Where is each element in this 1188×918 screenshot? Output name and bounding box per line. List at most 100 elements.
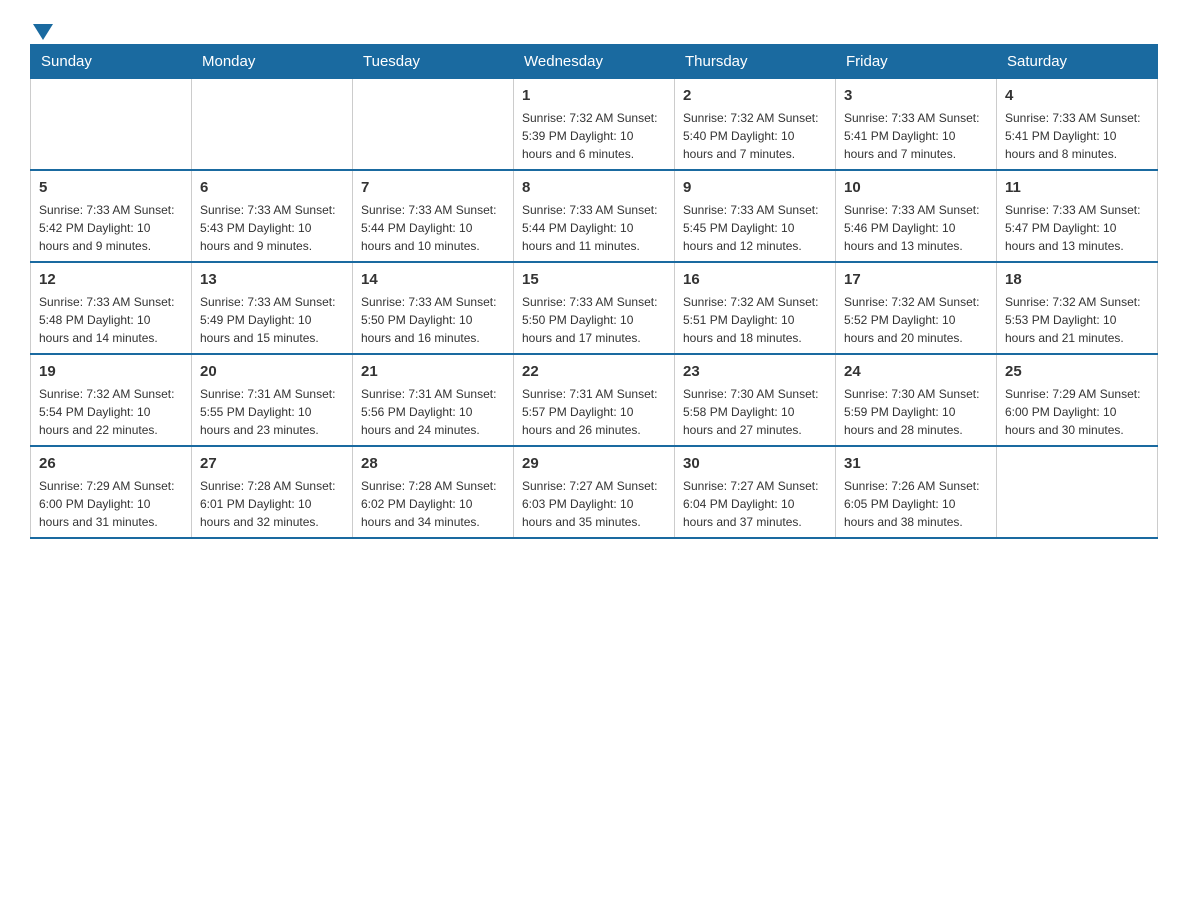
calendar-table: SundayMondayTuesdayWednesdayThursdayFrid… — [30, 44, 1158, 539]
calendar-cell — [353, 79, 514, 171]
day-info: Sunrise: 7:33 AM Sunset: 5:46 PM Dayligh… — [844, 201, 988, 255]
calendar-cell: 24 Sunrise: 7:30 AM Sunset: 5:59 PM Dayli… — [836, 354, 997, 446]
header-sunday: Sunday — [31, 45, 192, 79]
calendar-cell: 29 Sunrise: 7:27 AM Sunset: 6:03 PM Dayli… — [514, 446, 675, 538]
page-header — [30, 20, 1158, 34]
logo-arrow-icon — [33, 24, 53, 40]
calendar-cell: 14 Sunrise: 7:33 AM Sunset: 5:50 PM Dayli… — [353, 262, 514, 354]
day-number: 18 — [1005, 269, 1149, 290]
day-info: Sunrise: 7:32 AM Sunset: 5:39 PM Dayligh… — [522, 109, 666, 163]
day-info: Sunrise: 7:33 AM Sunset: 5:47 PM Dayligh… — [1005, 201, 1149, 255]
calendar-cell: 15 Sunrise: 7:33 AM Sunset: 5:50 PM Dayli… — [514, 262, 675, 354]
calendar-week-row: 1 Sunrise: 7:32 AM Sunset: 5:39 PM Daylig… — [31, 79, 1158, 171]
day-info: Sunrise: 7:30 AM Sunset: 5:58 PM Dayligh… — [683, 385, 827, 439]
calendar-cell: 16 Sunrise: 7:32 AM Sunset: 5:51 PM Dayli… — [675, 262, 836, 354]
calendar-week-row: 5 Sunrise: 7:33 AM Sunset: 5:42 PM Daylig… — [31, 170, 1158, 262]
calendar-cell: 11 Sunrise: 7:33 AM Sunset: 5:47 PM Dayli… — [997, 170, 1158, 262]
day-info: Sunrise: 7:32 AM Sunset: 5:52 PM Dayligh… — [844, 293, 988, 347]
day-info: Sunrise: 7:31 AM Sunset: 5:55 PM Dayligh… — [200, 385, 344, 439]
day-number: 7 — [361, 177, 505, 198]
header-tuesday: Tuesday — [353, 45, 514, 79]
day-info: Sunrise: 7:33 AM Sunset: 5:45 PM Dayligh… — [683, 201, 827, 255]
calendar-cell: 21 Sunrise: 7:31 AM Sunset: 5:56 PM Dayli… — [353, 354, 514, 446]
calendar-cell: 17 Sunrise: 7:32 AM Sunset: 5:52 PM Dayli… — [836, 262, 997, 354]
calendar-cell — [192, 79, 353, 171]
day-number: 23 — [683, 361, 827, 382]
calendar-cell: 18 Sunrise: 7:32 AM Sunset: 5:53 PM Dayli… — [997, 262, 1158, 354]
calendar-cell: 8Sunrise: 7:33 AM Sunset: 5:44 PM Daylig… — [514, 170, 675, 262]
day-number: 10 — [844, 177, 988, 198]
calendar-cell: 19Sunrise: 7:32 AM Sunset: 5:54 PM Dayli… — [31, 354, 192, 446]
header-wednesday: Wednesday — [514, 45, 675, 79]
day-number: 13 — [200, 269, 344, 290]
day-number: 14 — [361, 269, 505, 290]
header-thursday: Thursday — [675, 45, 836, 79]
calendar-header-row: SundayMondayTuesdayWednesdayThursdayFrid… — [31, 45, 1158, 79]
calendar-cell: 10 Sunrise: 7:33 AM Sunset: 5:46 PM Dayli… — [836, 170, 997, 262]
day-number: 3 — [844, 85, 988, 106]
day-info: Sunrise: 7:29 AM Sunset: 6:00 PM Dayligh… — [39, 477, 183, 531]
day-info: Sunrise: 7:33 AM Sunset: 5:48 PM Dayligh… — [39, 293, 183, 347]
calendar-cell: 31Sunrise: 7:26 AM Sunset: 6:05 PM Dayli… — [836, 446, 997, 538]
day-info: Sunrise: 7:29 AM Sunset: 6:00 PM Dayligh… — [1005, 385, 1149, 439]
day-info: Sunrise: 7:33 AM Sunset: 5:44 PM Dayligh… — [522, 201, 666, 255]
calendar-cell: 22Sunrise: 7:31 AM Sunset: 5:57 PM Dayli… — [514, 354, 675, 446]
day-number: 22 — [522, 361, 666, 382]
calendar-cell: 6 Sunrise: 7:33 AM Sunset: 5:43 PM Daylig… — [192, 170, 353, 262]
day-info: Sunrise: 7:27 AM Sunset: 6:03 PM Dayligh… — [522, 477, 666, 531]
day-info: Sunrise: 7:33 AM Sunset: 5:44 PM Dayligh… — [361, 201, 505, 255]
day-number: 6 — [200, 177, 344, 198]
calendar-cell — [31, 79, 192, 171]
day-info: Sunrise: 7:33 AM Sunset: 5:49 PM Dayligh… — [200, 293, 344, 347]
day-info: Sunrise: 7:33 AM Sunset: 5:50 PM Dayligh… — [522, 293, 666, 347]
day-info: Sunrise: 7:31 AM Sunset: 5:56 PM Dayligh… — [361, 385, 505, 439]
day-number: 28 — [361, 453, 505, 474]
day-info: Sunrise: 7:33 AM Sunset: 5:43 PM Dayligh… — [200, 201, 344, 255]
calendar-cell: 30Sunrise: 7:27 AM Sunset: 6:04 PM Dayli… — [675, 446, 836, 538]
day-info: Sunrise: 7:33 AM Sunset: 5:42 PM Dayligh… — [39, 201, 183, 255]
logo — [30, 20, 53, 34]
calendar-cell: 23 Sunrise: 7:30 AM Sunset: 5:58 PM Dayli… — [675, 354, 836, 446]
day-info: Sunrise: 7:26 AM Sunset: 6:05 PM Dayligh… — [844, 477, 988, 531]
day-info: Sunrise: 7:32 AM Sunset: 5:40 PM Dayligh… — [683, 109, 827, 163]
calendar-week-row: 26 Sunrise: 7:29 AM Sunset: 6:00 PM Dayli… — [31, 446, 1158, 538]
day-number: 29 — [522, 453, 666, 474]
day-number: 24 — [844, 361, 988, 382]
header-monday: Monday — [192, 45, 353, 79]
day-number: 15 — [522, 269, 666, 290]
calendar-cell: 1 Sunrise: 7:32 AM Sunset: 5:39 PM Daylig… — [514, 79, 675, 171]
day-number: 21 — [361, 361, 505, 382]
calendar-cell: 4Sunrise: 7:33 AM Sunset: 5:41 PM Daylig… — [997, 79, 1158, 171]
day-number: 27 — [200, 453, 344, 474]
calendar-cell: 9Sunrise: 7:33 AM Sunset: 5:45 PM Daylig… — [675, 170, 836, 262]
day-info: Sunrise: 7:32 AM Sunset: 5:51 PM Dayligh… — [683, 293, 827, 347]
day-number: 26 — [39, 453, 183, 474]
day-number: 25 — [1005, 361, 1149, 382]
calendar-cell: 12Sunrise: 7:33 AM Sunset: 5:48 PM Dayli… — [31, 262, 192, 354]
day-number: 5 — [39, 177, 183, 198]
header-saturday: Saturday — [997, 45, 1158, 79]
calendar-week-row: 12Sunrise: 7:33 AM Sunset: 5:48 PM Dayli… — [31, 262, 1158, 354]
day-info: Sunrise: 7:33 AM Sunset: 5:41 PM Dayligh… — [844, 109, 988, 163]
day-number: 1 — [522, 85, 666, 106]
calendar-cell — [997, 446, 1158, 538]
calendar-cell: 5 Sunrise: 7:33 AM Sunset: 5:42 PM Daylig… — [31, 170, 192, 262]
calendar-cell: 25 Sunrise: 7:29 AM Sunset: 6:00 PM Dayli… — [997, 354, 1158, 446]
day-number: 11 — [1005, 177, 1149, 198]
calendar-cell: 27Sunrise: 7:28 AM Sunset: 6:01 PM Dayli… — [192, 446, 353, 538]
day-number: 20 — [200, 361, 344, 382]
day-number: 19 — [39, 361, 183, 382]
day-number: 17 — [844, 269, 988, 290]
header-friday: Friday — [836, 45, 997, 79]
day-number: 16 — [683, 269, 827, 290]
day-info: Sunrise: 7:32 AM Sunset: 5:53 PM Dayligh… — [1005, 293, 1149, 347]
day-number: 30 — [683, 453, 827, 474]
day-info: Sunrise: 7:30 AM Sunset: 5:59 PM Dayligh… — [844, 385, 988, 439]
day-number: 2 — [683, 85, 827, 106]
calendar-cell: 26 Sunrise: 7:29 AM Sunset: 6:00 PM Dayli… — [31, 446, 192, 538]
day-info: Sunrise: 7:33 AM Sunset: 5:50 PM Dayligh… — [361, 293, 505, 347]
calendar-week-row: 19Sunrise: 7:32 AM Sunset: 5:54 PM Dayli… — [31, 354, 1158, 446]
calendar-cell: 7 Sunrise: 7:33 AM Sunset: 5:44 PM Daylig… — [353, 170, 514, 262]
calendar-cell: 20 Sunrise: 7:31 AM Sunset: 5:55 PM Dayli… — [192, 354, 353, 446]
calendar-cell: 28Sunrise: 7:28 AM Sunset: 6:02 PM Dayli… — [353, 446, 514, 538]
